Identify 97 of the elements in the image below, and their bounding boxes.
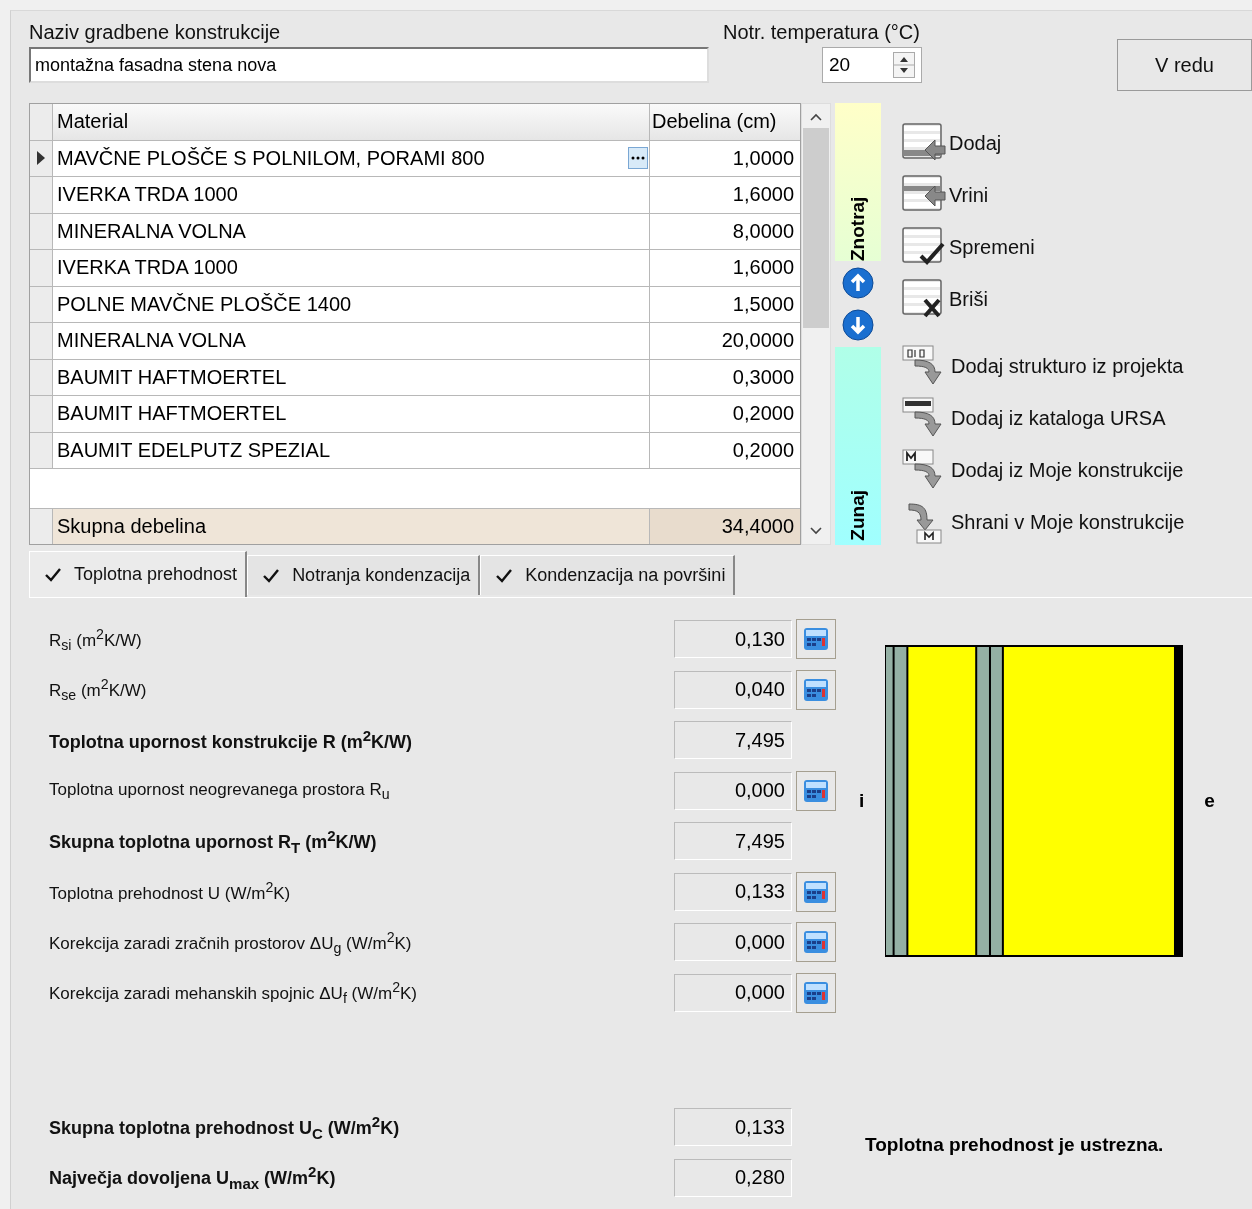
action-button[interactable]: Briši	[901, 277, 1252, 321]
calculator-button[interactable]	[796, 770, 836, 811]
move-down-icon[interactable]	[842, 309, 874, 341]
calculator-icon	[803, 627, 829, 652]
table-row[interactable]: BAUMIT EDELPUTZ SPEZIAL 0,2000	[30, 432, 800, 469]
table-cell[interactable]: 1,0000	[650, 140, 800, 176]
calculator-button[interactable]	[796, 871, 836, 912]
scroll-down-icon[interactable]	[809, 526, 823, 536]
ellipsis-icon	[631, 155, 645, 160]
column-header[interactable]: Debelina (cm)	[650, 104, 800, 140]
table-row[interactable]: MAVČNE PLOŠČE S POLNILOM, PORAMI 800 1,0000	[30, 140, 800, 177]
scroll-up-icon[interactable]	[809, 112, 823, 122]
table-cell[interactable]: 0,2000	[650, 396, 800, 432]
field-label: Korekcija zaradi mehanskih spojnic ΔU$_{f}$ (W/m$^{2}$K)	[49, 979, 418, 1007]
table-cell[interactable]: MINERALNA VOLNA	[53, 323, 650, 359]
ellipsis-button[interactable]	[628, 146, 648, 169]
value-field: 0,000	[674, 923, 792, 962]
temperature-field[interactable]: 20	[821, 47, 922, 83]
calculator-button[interactable]	[796, 972, 836, 1013]
calculator-button[interactable]	[796, 922, 836, 963]
table-cell[interactable]: MINERALNA VOLNA	[53, 213, 650, 249]
value-field: 0,280	[674, 1158, 792, 1197]
check-icon	[262, 567, 281, 584]
outside-label: e	[1204, 790, 1215, 812]
value-field: 0,040	[674, 670, 792, 709]
calculator-button[interactable]	[796, 669, 836, 710]
field-label: R$_{si}$ (m$^{2}$K/W)	[49, 625, 143, 653]
table-row[interactable]: MINERALNA VOLNA 20,0000	[30, 323, 800, 360]
verdict-text: Toplotna prehodnost je ustrezna.	[865, 1134, 1165, 1156]
field-label: Skupna toplotna upornost R$_{T}$ (m$^{2}$K/W)	[49, 826, 378, 856]
value-field: 0,000	[674, 771, 792, 810]
table-cell[interactable]: IVERKA TRDA 1000	[53, 177, 650, 213]
field-label: Skupna toplotna prehodnost U$_{C}$ (W/m$^{2}$K)	[49, 1112, 401, 1142]
table-cell[interactable]: BAUMIT HAFTMOERTEL	[53, 359, 650, 395]
name-label: Naziv gradbene konstrukcije	[29, 21, 282, 45]
row-header	[30, 508, 53, 544]
field-label: Največja dovoljena U$_{max}$ (W/m$^{2}$K)	[49, 1163, 337, 1193]
table-cell[interactable]: 1,6000	[650, 177, 800, 213]
table-cell[interactable]: 0,3000	[650, 359, 800, 395]
calculator-icon	[803, 980, 829, 1005]
field-label: R$_{se}$ (m$^{2}$K/W)	[49, 676, 148, 704]
calculator-button[interactable]	[796, 619, 836, 660]
row-pointer-icon	[36, 150, 46, 167]
table-cell[interactable]: IVERKA TRDA 1000	[53, 250, 650, 286]
calculator-icon	[803, 778, 829, 803]
check-icon	[44, 566, 62, 583]
table-cell[interactable]: 1,6000	[650, 250, 800, 286]
value-field: 0,133	[674, 1108, 792, 1147]
value-field: 0,000	[674, 973, 792, 1012]
table-cell[interactable]: 0,2000	[650, 432, 800, 468]
table-cell[interactable]: 1,5000	[650, 286, 800, 322]
inside-label: i	[859, 790, 865, 812]
table-cell[interactable]: BAUMIT HAFTMOERTEL	[53, 396, 650, 432]
action-button[interactable]: Spremeni	[901, 225, 1252, 269]
tab[interactable]: Kondenzacija na površini	[480, 555, 736, 595]
spinner-icon[interactable]	[892, 52, 915, 78]
calculator-icon	[803, 677, 829, 702]
table-cell[interactable]: POLNE MAVČNE PLOŠČE 1400	[53, 286, 650, 322]
table-cell[interactable]: BAUMIT EDELPUTZ SPEZIAL	[53, 432, 650, 468]
temperature-label: Notr. temperatura (°C)	[723, 21, 920, 45]
table-cell[interactable]: 20,0000	[650, 323, 800, 359]
tab[interactable]: Toplotna prehodnost	[29, 551, 248, 597]
table-row[interactable]: IVERKA TRDA 1000 1,6000	[30, 177, 800, 214]
action-button[interactable]: Shrani v Moje konstrukcije	[901, 499, 1252, 545]
total-value: 34,4000	[650, 508, 800, 544]
value-field: 0,130	[674, 620, 792, 659]
check-icon	[495, 567, 514, 584]
table-cell[interactable]: 8,0000	[650, 213, 800, 249]
inside-band: Znotraj	[835, 103, 881, 261]
field-label: Toplotna prehodnost U (W/m$^{2}$K)	[49, 879, 292, 905]
scroll-thumb[interactable]	[803, 128, 829, 328]
outside-band: Zunaj	[835, 347, 881, 545]
field-label: Toplotna upornost konstrukcije R (m$^{2}$K/W)	[49, 727, 413, 754]
value-field: 0,133	[674, 872, 792, 911]
action-button[interactable]: Vrini	[901, 173, 1252, 217]
table-row[interactable]: MINERALNA VOLNA 8,0000	[30, 213, 800, 250]
tab[interactable]: Notranja kondenzacija	[247, 555, 481, 595]
scrollbar[interactable]	[801, 103, 831, 545]
calculator-icon	[803, 930, 829, 955]
value-field: 7,495	[674, 721, 792, 760]
ok-button[interactable]: V redu	[1117, 39, 1252, 91]
move-up-icon[interactable]	[842, 267, 874, 299]
table-row[interactable]: BAUMIT HAFTMOERTEL 0,2000	[30, 396, 800, 433]
column-header[interactable]: Material	[53, 104, 650, 140]
field-label: Toplotna upornost neogrevanega prostora R$_{u}$	[49, 779, 391, 802]
action-button[interactable]: Dodaj	[901, 121, 1252, 165]
table-row[interactable]: POLNE MAVČNE PLOŠČE 1400 1,5000	[30, 286, 800, 323]
row-header[interactable]	[30, 140, 53, 176]
table-row[interactable]: BAUMIT HAFTMOERTEL 0,3000	[30, 359, 800, 396]
calculator-icon	[803, 879, 829, 904]
action-button[interactable]: Dodaj iz Moje konstrukcije	[901, 447, 1252, 493]
table-row[interactable]: IVERKA TRDA 1000 1,6000	[30, 250, 800, 287]
action-button[interactable]: Dodaj strukturo iz projekta	[901, 343, 1252, 389]
field-label: Korekcija zaradi zračnih prostorov ΔU$_{g}$ (W/m$^{2}$K)	[49, 928, 413, 956]
value-field: 7,495	[674, 822, 792, 861]
name-field[interactable]: montažna fasadna stena nova	[29, 47, 709, 83]
action-button[interactable]: Dodaj iz kataloga URSA	[901, 395, 1252, 441]
